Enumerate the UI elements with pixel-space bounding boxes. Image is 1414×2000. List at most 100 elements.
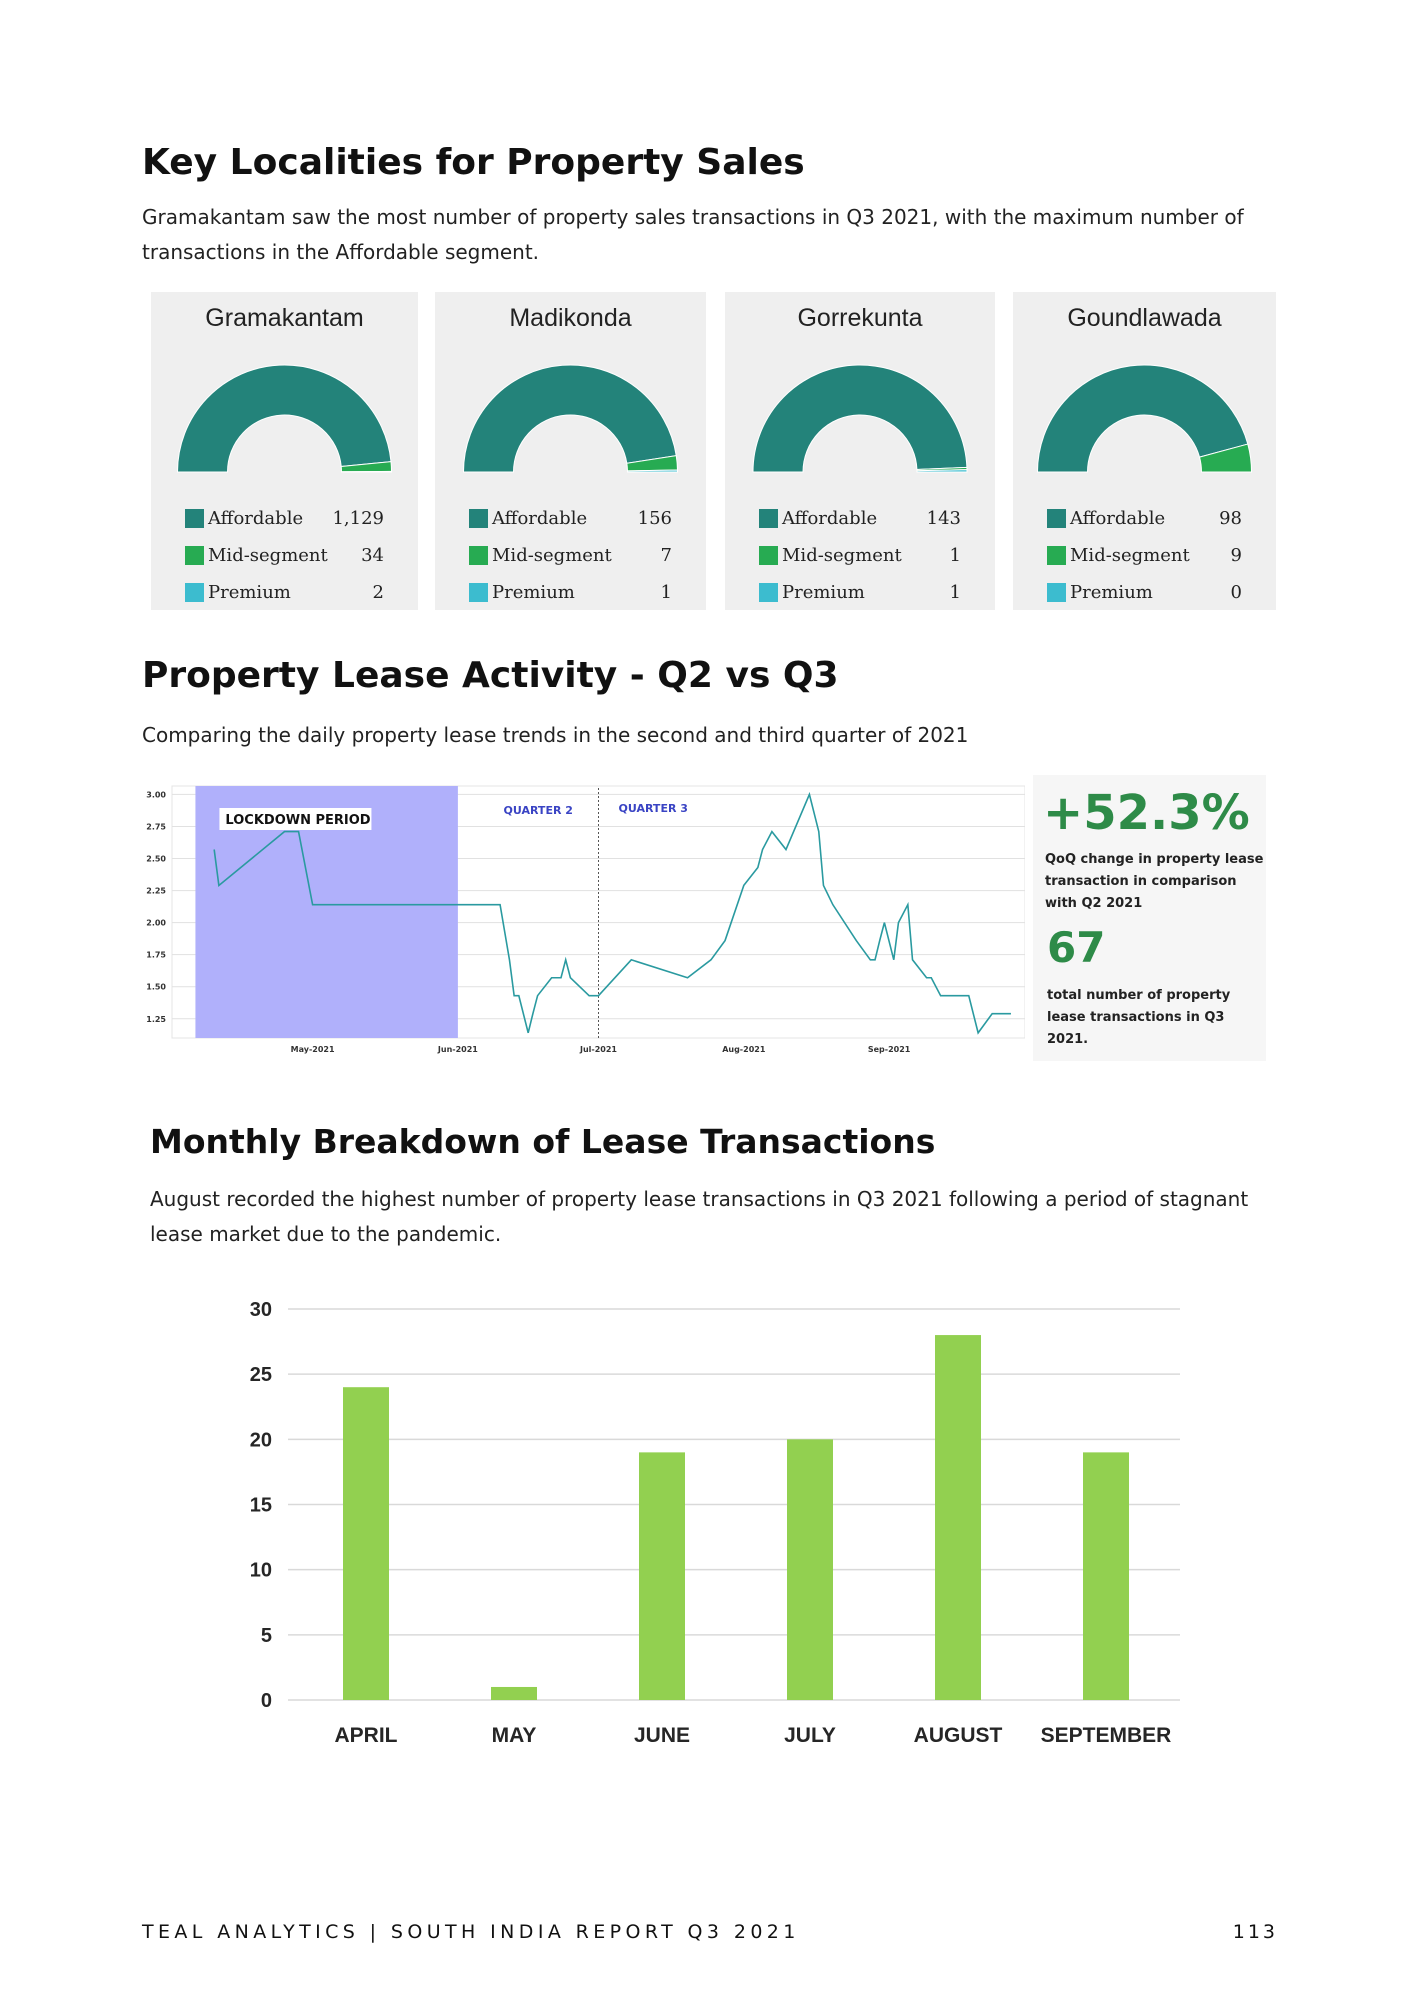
legend-value: 1,129 — [332, 508, 384, 529]
mid-segment-swatch — [1047, 546, 1066, 565]
legend-value: 98 — [1219, 508, 1242, 529]
legend-value: 1 — [660, 582, 672, 603]
y-tick-label: 2.75 — [146, 822, 166, 831]
y-tick-label: 15 — [250, 1495, 272, 1517]
x-tick-label: Sep-2021 — [868, 1045, 911, 1054]
legend-value: 1 — [949, 582, 961, 603]
legend-value: 143 — [926, 508, 961, 529]
legend-label: Affordable — [782, 508, 878, 529]
y-tick-label: 5 — [261, 1625, 272, 1647]
legend-label: Premium — [492, 582, 575, 603]
y-tick-label: 0 — [261, 1690, 272, 1712]
mid-segment-swatch — [759, 546, 778, 565]
premium-swatch — [185, 583, 204, 602]
locality-card-gramakantam: Gramakantam Affordable 1,129 Mid-segment 3… — [151, 292, 418, 610]
x-tick-label: SEPTEMBER — [1041, 1724, 1172, 1747]
legend-label: Mid-segment — [208, 545, 328, 566]
premium-swatch — [469, 583, 488, 602]
legend-label: Affordable — [492, 508, 588, 529]
locality-gauge — [752, 364, 968, 473]
y-tick-label: 25 — [250, 1364, 272, 1386]
legend-label: Mid-segment — [1070, 545, 1190, 566]
legend-row: Mid-segment 1 — [759, 537, 961, 574]
locality-gauge — [1036, 364, 1253, 473]
legend-row: Premium 0 — [1047, 574, 1242, 611]
locality-name: Goundlawada — [1067, 304, 1222, 332]
mid-segment-swatch — [469, 546, 488, 565]
legend-value: 7 — [660, 545, 672, 566]
legend-value: 34 — [361, 545, 384, 566]
lease-trend-chart: 3.00 2.75 2.50 2.25 2.00 1.75 1.50 1.25 LOCKDOWN… — [146, 785, 1025, 1054]
x-tick-label: AUGUST — [914, 1724, 1003, 1747]
y-tick-label: 2.00 — [146, 919, 166, 928]
legend-row: Mid-segment 7 — [469, 537, 672, 574]
legend-label: Premium — [782, 582, 865, 603]
monthly-lease-bar-chart: 0 5 10 15 20 25 30 APRIL MAY JUNE JULY AUGUST SEPTEM… — [250, 1299, 1180, 1747]
legend-value: 1 — [949, 545, 961, 566]
x-tick-label: JULY — [784, 1724, 836, 1747]
legend-label: Premium — [1070, 582, 1153, 603]
x-tick-label: MAY — [492, 1724, 537, 1747]
lease-stats-panel: +52.3% QoQ change in property lease trans… — [1033, 775, 1266, 1061]
locality-gauge — [176, 364, 393, 473]
quarter-2-label: QUARTER 2 — [504, 804, 573, 817]
legend-label: Affordable — [1070, 508, 1166, 529]
legend-row: Affordable 143 — [759, 500, 961, 537]
affordable-arc — [462, 364, 677, 473]
premium-swatch — [759, 583, 778, 602]
qoq-change-description: QoQ change in property lease transaction … — [1045, 852, 1264, 911]
legend-value: 2 — [372, 582, 384, 603]
y-tick-label: 2.25 — [146, 887, 166, 896]
footer-page-number: 113 — [1232, 1921, 1278, 1943]
legend-row: Mid-segment 34 — [185, 537, 384, 574]
y-tick-label: 2.50 — [146, 855, 166, 864]
sales-section-title: Key Localities for Property Sales — [142, 142, 805, 183]
locality-card-gorrekunta: Gorrekunta Affordable 143 Mid-segment 1 Pr… — [725, 292, 995, 610]
locality-legend: Affordable 156 Mid-segment 7 Premium 1 — [469, 500, 672, 611]
locality-name: Gramakantam — [205, 304, 364, 332]
affordable-arc — [752, 364, 968, 473]
legend-row: Affordable 156 — [469, 500, 672, 537]
y-tick-label: 1.75 — [146, 951, 166, 960]
locality-card-madikonda: Madikonda Affordable 156 Mid-segment 7 Pre… — [435, 292, 706, 610]
locality-legend: Affordable 143 Mid-segment 1 Premium 1 — [759, 500, 961, 611]
y-tick-label: 1.50 — [146, 983, 166, 992]
y-tick-label: 3.00 — [146, 790, 166, 799]
bar — [787, 1439, 833, 1700]
legend-row: Mid-segment 9 — [1047, 537, 1242, 574]
locality-card-goundlawada: Goundlawada Affordable 98 Mid-segment 9 Pr… — [1013, 292, 1276, 610]
total-lease-value: 67 — [1047, 923, 1106, 972]
lease-section-title: Property Lease Activity - Q2 vs Q3 — [142, 655, 839, 696]
y-tick-label: 30 — [250, 1299, 272, 1321]
affordable-swatch — [185, 509, 204, 528]
legend-label: Affordable — [208, 508, 304, 529]
total-lease-description: total number of property lease transactio… — [1047, 988, 1231, 1047]
affordable-swatch — [1047, 509, 1066, 528]
bar — [343, 1387, 389, 1700]
legend-row: Affordable 98 — [1047, 500, 1242, 537]
qoq-change-value: +52.3% — [1043, 785, 1250, 841]
y-tick-label: 10 — [250, 1560, 272, 1582]
x-tick-label: Jun-2021 — [437, 1045, 478, 1054]
locality-name: Madikonda — [509, 304, 632, 332]
locality-name: Gorrekunta — [797, 304, 923, 332]
x-tick-label: May-2021 — [291, 1045, 335, 1054]
legend-row: Premium 1 — [759, 574, 961, 611]
legend-label: Mid-segment — [782, 545, 902, 566]
lockdown-label: LOCKDOWN PERIOD — [225, 813, 370, 828]
legend-label: Mid-segment — [492, 545, 612, 566]
x-tick-label: Jul-2021 — [579, 1045, 617, 1054]
legend-row: Premium 2 — [185, 574, 384, 611]
locality-legend: Affordable 1,129 Mid-segment 34 Premium 2 — [185, 500, 384, 611]
legend-row: Premium 1 — [469, 574, 672, 611]
affordable-arc — [176, 364, 392, 473]
bar — [639, 1452, 685, 1700]
x-tick-label: JUNE — [634, 1724, 690, 1747]
quarter-3-label: QUARTER 3 — [619, 802, 688, 815]
sales-section-description: Gramakantam saw the most number of prope… — [142, 205, 1244, 264]
lease-section-description: Comparing the daily property lease trend… — [142, 723, 969, 747]
bar — [491, 1686, 537, 1700]
bar — [935, 1335, 981, 1700]
legend-label: Premium — [208, 582, 291, 603]
mid-segment-swatch — [185, 546, 204, 565]
